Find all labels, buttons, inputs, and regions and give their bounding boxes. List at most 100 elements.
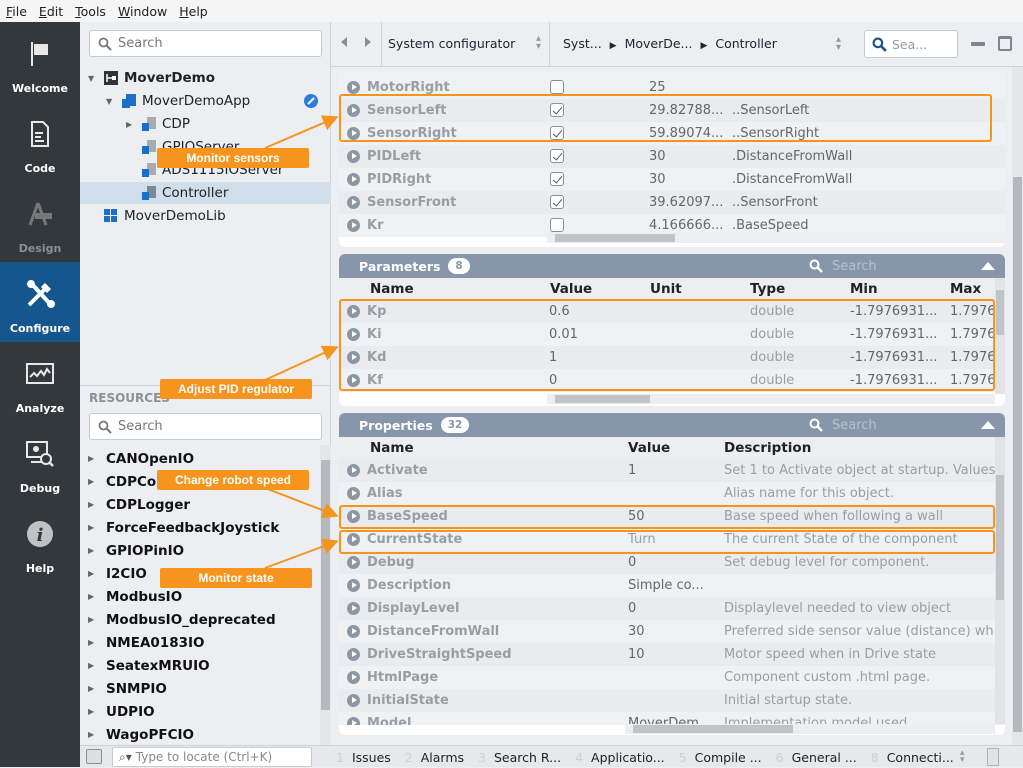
signal-checkbox[interactable] (550, 149, 564, 163)
resources-scrollbar[interactable] (320, 445, 331, 745)
play-icon[interactable] (347, 717, 360, 725)
col-name[interactable]: Name (370, 281, 414, 297)
property-value[interactable]: 1 (628, 463, 636, 478)
play-icon[interactable] (347, 374, 360, 387)
property-row[interactable]: Activate 1 Set 1 to Activate object at sta… (339, 459, 1005, 482)
properties-hscrollbar[interactable] (625, 724, 995, 734)
play-icon[interactable] (347, 579, 360, 592)
nav-design[interactable]: Design (0, 182, 80, 262)
signal-checkbox[interactable] (550, 103, 564, 117)
bottom-tab[interactable]: 2 Alarms (405, 750, 464, 765)
signals-hscrollbar[interactable] (547, 233, 1005, 243)
play-icon[interactable] (347, 150, 360, 163)
toggle-panel-button[interactable] (86, 749, 102, 764)
expand-arrow-icon[interactable]: ▶ (88, 477, 98, 486)
menu-tools[interactable]: Tools (75, 4, 106, 19)
expand-arrow-icon[interactable]: ▶ (88, 707, 98, 716)
play-icon[interactable] (347, 510, 360, 523)
bottom-tab[interactable]: 1 Issues (336, 750, 391, 765)
collapse-arrow-icon[interactable]: ▼ (106, 97, 116, 106)
tree-node-moverdemolib[interactable]: MoverDemoLib (104, 205, 226, 227)
collapse-panel-icon[interactable] (981, 262, 995, 270)
signal-row[interactable]: SensorRight 59.89074... ..SensorRight (339, 122, 1005, 145)
property-row[interactable]: DisplayLevel 0 Displaylevel needed to view… (339, 597, 1005, 620)
property-row[interactable]: InitialState Initial startup state. (339, 689, 1005, 712)
nav-analyze[interactable]: Analyze (0, 342, 80, 422)
tabs-overflow-icon[interactable]: ▴ ▾ (960, 749, 965, 765)
nav-help[interactable]: i Help (0, 502, 80, 582)
parameter-value[interactable]: 0.01 (549, 327, 578, 342)
play-icon[interactable] (347, 556, 360, 569)
minimize-button[interactable] (971, 42, 985, 46)
tree-node-cdp[interactable]: ▶ CDP (126, 113, 190, 135)
expand-arrow-icon[interactable]: ▶ (88, 684, 98, 693)
parameters-hscrollbar[interactable] (547, 394, 995, 404)
expand-arrow-icon[interactable]: ▶ (88, 523, 98, 532)
expand-bottom-panel-button[interactable] (987, 748, 999, 766)
parameter-row[interactable]: Kd 1 double -1.7976931... 1.7976 (339, 346, 1005, 369)
breadcrumb-dropdown-icon[interactable]: ▴ ▾ (836, 35, 841, 53)
play-icon[interactable] (347, 104, 360, 117)
maximize-button[interactable] (998, 36, 1012, 51)
play-icon[interactable] (347, 694, 360, 707)
nav-debug[interactable]: Debug (0, 422, 80, 502)
bottom-tab[interactable]: 4 Applicatio... (575, 750, 665, 765)
link-icon[interactable] (304, 94, 318, 108)
menu-edit[interactable]: Edit (39, 4, 63, 19)
property-row[interactable]: DriveStraightSpeed 10 Motor speed when in … (339, 643, 1005, 666)
signal-row[interactable]: PIDRight 30 .DistanceFromWall (339, 168, 1005, 191)
property-value[interactable]: 30 (628, 624, 645, 639)
property-value[interactable]: 10 (628, 647, 645, 662)
col-name[interactable]: Name (370, 440, 414, 456)
signal-checkbox[interactable] (550, 80, 564, 94)
play-icon[interactable] (347, 328, 360, 341)
signal-checkbox[interactable] (550, 126, 564, 140)
breadcrumb-item[interactable]: Controller (715, 36, 777, 51)
play-icon[interactable] (347, 173, 360, 186)
property-value[interactable]: 0 (628, 601, 636, 616)
play-icon[interactable] (347, 487, 360, 500)
locate-input[interactable]: ⌕▾ Type to locate (Ctrl+K) (112, 747, 312, 767)
collapse-arrow-icon[interactable]: ▼ (88, 74, 98, 83)
resource-item[interactable]: ▶ ModbusIO_deprecated (88, 608, 276, 631)
play-icon[interactable] (347, 81, 360, 94)
play-icon[interactable] (347, 625, 360, 638)
play-icon[interactable] (347, 464, 360, 477)
property-value[interactable]: Simple co... (628, 578, 704, 593)
resource-item[interactable]: ▶ ModbusIO (88, 585, 182, 608)
property-row[interactable]: DistanceFromWall 30 Preferred side sensor … (339, 620, 1005, 643)
nav-welcome[interactable]: Welcome (0, 22, 80, 102)
col-type[interactable]: Type (750, 281, 785, 297)
tree-node-moverdemo[interactable]: ▼ MoverDemo (88, 67, 215, 89)
resource-item[interactable]: ▶ CDPLogger (88, 493, 190, 516)
expand-arrow-icon[interactable]: ▶ (88, 454, 98, 463)
nav-configure[interactable]: Configure (0, 262, 80, 342)
col-value[interactable]: Value (550, 281, 592, 297)
bottom-tab[interactable]: 6 General ... (776, 750, 857, 765)
resource-item[interactable]: ▶ UDPIO (88, 700, 155, 723)
breadcrumb-item[interactable]: Syst... (563, 36, 602, 51)
parameter-value[interactable]: 0 (549, 373, 557, 388)
menu-window[interactable]: Window (118, 4, 167, 19)
breadcrumb-item[interactable]: MoverDe... (625, 36, 693, 51)
resource-item[interactable]: ▶ NMEA0183IO (88, 631, 204, 654)
signal-row[interactable]: PIDLeft 30 .DistanceFromWall (339, 145, 1005, 168)
tree-node-moverdemoapp[interactable]: ▼ MoverDemoApp (106, 90, 250, 112)
signal-checkbox[interactable] (550, 195, 564, 209)
property-row[interactable]: HtmlPage Component custom .html page. (339, 666, 1005, 689)
signal-checkbox[interactable] (550, 172, 564, 186)
signal-row[interactable]: SensorLeft 29.82788... ..SensorLeft (339, 99, 1005, 122)
property-value[interactable]: 50 (628, 509, 645, 524)
forward-button[interactable] (365, 37, 371, 47)
nav-code[interactable]: Code (0, 102, 80, 182)
play-icon[interactable] (347, 602, 360, 615)
tree-node-controller[interactable]: Controller (80, 182, 331, 204)
parameter-row[interactable]: Kf 0 double -1.7976931... 1.7976 (339, 369, 1005, 392)
play-icon[interactable] (347, 351, 360, 364)
resource-item[interactable]: ▶ WagoPFCIO (88, 723, 194, 746)
parameter-value[interactable]: 0.6 (549, 304, 570, 319)
main-vscrollbar[interactable] (1012, 67, 1023, 745)
expand-arrow-icon[interactable]: ▶ (88, 500, 98, 509)
property-row[interactable]: CurrentState Turn The current State of the… (339, 528, 1005, 551)
parameter-row[interactable]: Ki 0.01 double -1.7976931... 1.7976 (339, 323, 1005, 346)
